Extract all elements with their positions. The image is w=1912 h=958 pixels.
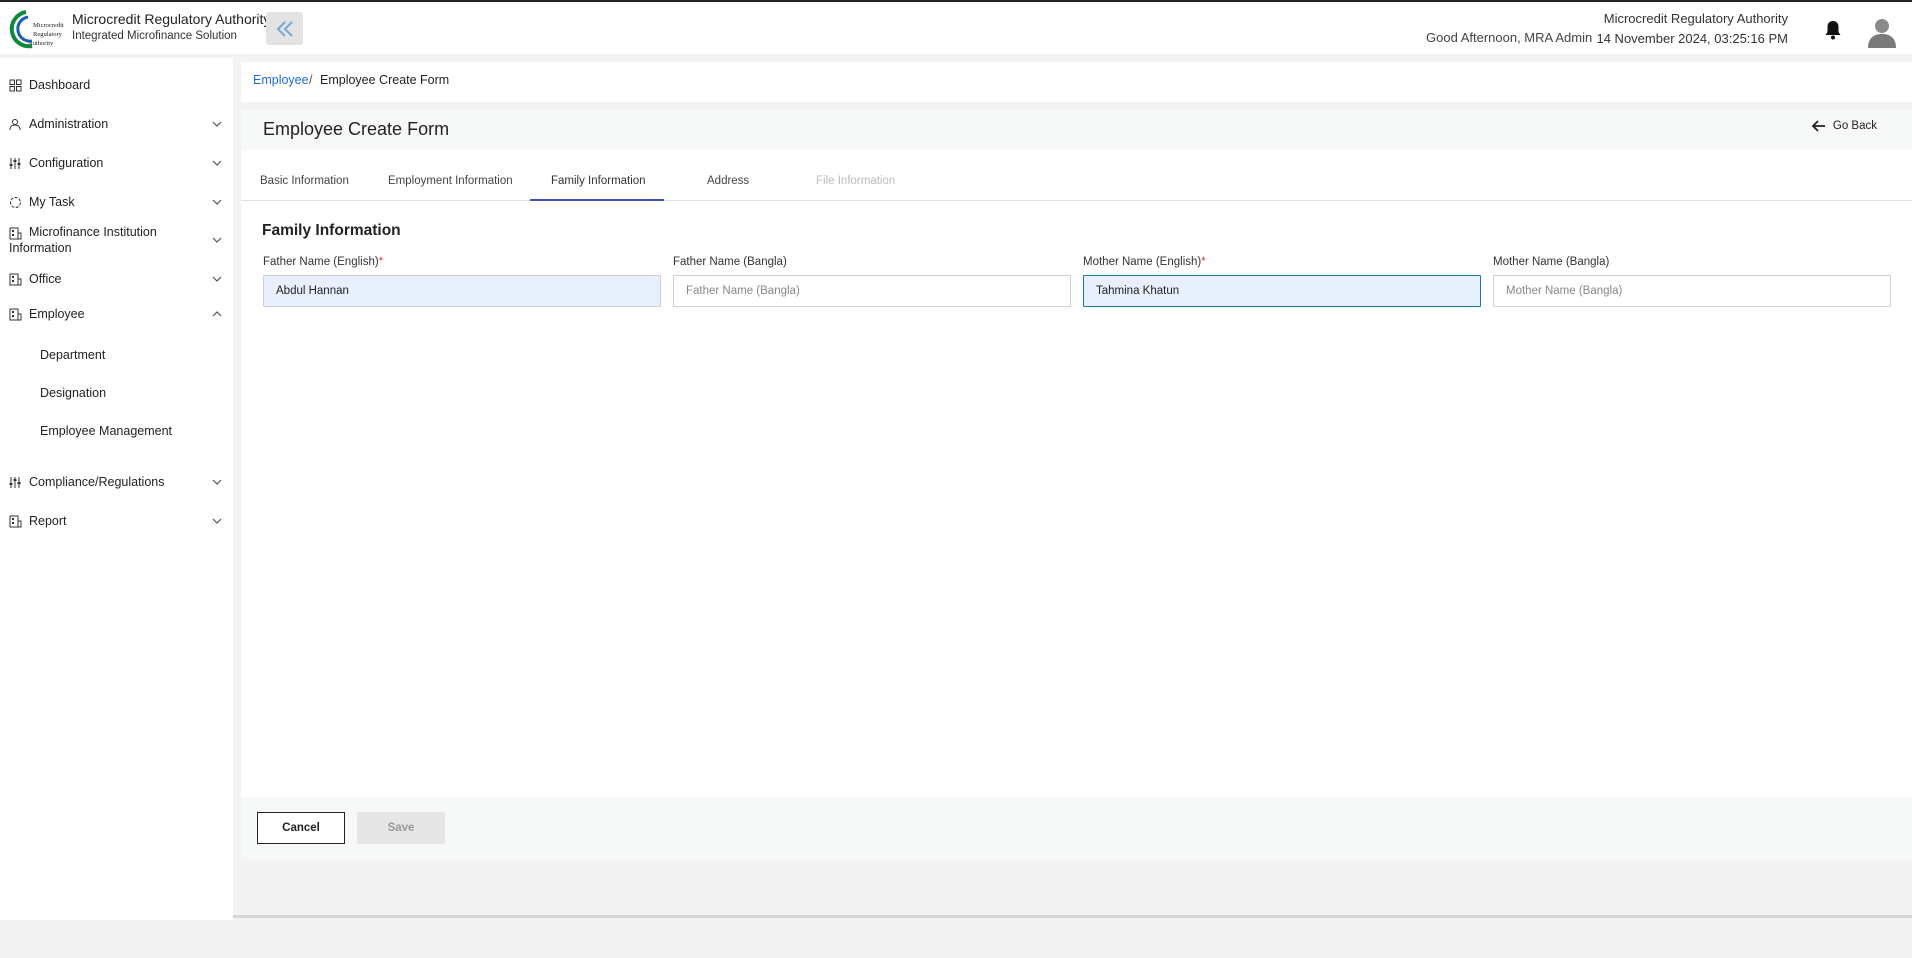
tab-file-information: File Information — [816, 175, 896, 187]
tab-employment-information[interactable]: Employment Information — [388, 175, 513, 187]
sidebar-item-office[interactable]: Office — [0, 264, 233, 294]
grid-icon — [9, 79, 22, 91]
chevron-up-icon — [212, 311, 222, 317]
horizontal-scrollbar[interactable] — [233, 915, 1912, 918]
father-name-english-input[interactable] — [263, 275, 661, 307]
go-back-button[interactable]: Go Back — [1811, 120, 1877, 132]
form-tabs: Basic Information Employment Information… — [241, 163, 1912, 201]
sliders-icon — [9, 476, 21, 488]
chevron-down-icon — [212, 121, 222, 127]
sidebar-item-compliance[interactable]: Compliance/Regulations — [0, 467, 233, 497]
chevron-down-icon — [212, 479, 222, 485]
tab-address[interactable]: Address — [707, 175, 749, 187]
sidebar-item-configuration[interactable]: Configuration — [0, 148, 233, 178]
form-actions: Cancel Save — [241, 797, 1912, 860]
mother-name-bangla-input[interactable] — [1493, 275, 1891, 307]
go-back-label: Go Back — [1832, 120, 1877, 132]
sidebar-item-administration[interactable]: Administration — [0, 109, 233, 139]
save-button: Save — [357, 812, 445, 844]
mra-logo: Microcredit Regulatory Authority — [9, 10, 64, 49]
field-label-text: Father Name (Bangla) — [673, 256, 787, 268]
sidebar-item-label: Dashboard — [29, 78, 91, 92]
chevron-down-icon — [212, 518, 222, 524]
sidebar-item-label: Configuration — [29, 156, 104, 170]
current-datetime: 14 November 2024, 03:25:16 PM — [1596, 31, 1788, 46]
sidebar-item-label: Employee — [29, 307, 85, 321]
chevron-down-icon — [212, 160, 222, 166]
breadcrumb-separator: / — [309, 73, 313, 87]
logo-text-2: Regulatory — [33, 31, 63, 38]
logo-text-1: Microcredit — [33, 22, 64, 29]
chevron-down-icon — [212, 199, 222, 205]
sidebar-item-my-task[interactable]: My Task — [0, 187, 233, 217]
building-icon — [9, 308, 22, 320]
sliders-icon — [9, 157, 21, 169]
sidebar-item-label: Report — [29, 514, 67, 528]
brand-title: Microcredit Regulatory Authority — [72, 11, 271, 27]
mother-name-bangla-label: Mother Name (Bangla) — [1493, 256, 1609, 268]
greeting-text: Good Afternoon, MRA Admin — [1426, 30, 1593, 45]
tab-family-information[interactable]: Family Information — [551, 175, 646, 187]
breadcrumb: Employee / Employee Create Form — [241, 62, 1912, 102]
form-header: Employee Create Form Go Back — [241, 110, 1912, 150]
circle-dashed-icon — [10, 196, 21, 208]
bell-icon[interactable] — [1824, 20, 1842, 40]
sidebar-collapse-button[interactable] — [266, 12, 303, 45]
logo-text-3: Authority — [28, 40, 54, 47]
building-icon — [9, 515, 22, 527]
page-title: Employee Create Form — [263, 119, 450, 139]
breadcrumb-link-employee[interactable]: Employee — [253, 73, 309, 87]
user-avatar-icon[interactable] — [1866, 16, 1898, 48]
father-name-english-label: Father Name (English)* — [263, 256, 383, 268]
app-header: Microcredit Regulatory Authority Microcr… — [0, 2, 1912, 54]
form-card: Employee Create Form Go Back Basic Infor… — [241, 110, 1912, 860]
mother-name-english-label: Mother Name (English)* — [1083, 256, 1206, 268]
chevron-down-icon — [212, 237, 222, 243]
sidebar-item-label: My Task — [29, 195, 75, 209]
users-gear-icon — [9, 118, 21, 130]
sidebar-item-dashboard[interactable]: Dashboard — [0, 70, 233, 100]
sidebar-item-report[interactable]: Report — [0, 506, 233, 536]
sidebar-item-label: Administration — [29, 117, 109, 131]
cancel-button[interactable]: Cancel — [257, 812, 345, 844]
breadcrumb-current: Employee Create Form — [320, 73, 450, 87]
required-marker: * — [1201, 256, 1206, 268]
sidebar: Dashboard Administration Configuration M… — [0, 58, 233, 920]
field-label-text: Father Name (English) — [263, 256, 379, 268]
sidebar-subitem-employee-management[interactable]: Employee Management — [40, 424, 172, 438]
double-chevron-left-icon — [276, 20, 293, 37]
active-tab-indicator — [530, 199, 664, 201]
org-name: Microcredit Regulatory Authority — [1603, 11, 1788, 26]
field-label-text: Mother Name (Bangla) — [1493, 256, 1610, 268]
required-marker: * — [378, 256, 384, 268]
sidebar-subitem-department[interactable]: Department — [40, 348, 105, 362]
tab-basic-information[interactable]: Basic Information — [260, 175, 349, 187]
father-name-bangla-label: Father Name (Bangla) — [673, 256, 787, 268]
sidebar-item-label: Microfinance Institution Information — [9, 225, 157, 255]
sidebar-subitem-designation[interactable]: Designation — [40, 386, 106, 400]
sidebar-item-employee[interactable]: Employee — [0, 299, 233, 329]
sidebar-item-label: Compliance/Regulations — [29, 475, 165, 489]
arrow-left-icon — [1811, 120, 1825, 132]
chevron-down-icon — [212, 276, 222, 282]
field-label-text: Mother Name (English) — [1083, 256, 1202, 268]
brand-subtitle: Integrated Microfinance Solution — [72, 30, 237, 42]
mother-name-english-input[interactable] — [1083, 275, 1481, 307]
sidebar-item-label: Office — [29, 272, 62, 286]
sidebar-item-microfinance-institution[interactable]: Microfinance Institution Information — [0, 221, 233, 259]
building-icon — [9, 273, 22, 285]
father-name-bangla-input[interactable] — [673, 275, 1071, 307]
section-title: Family Information — [262, 222, 401, 239]
